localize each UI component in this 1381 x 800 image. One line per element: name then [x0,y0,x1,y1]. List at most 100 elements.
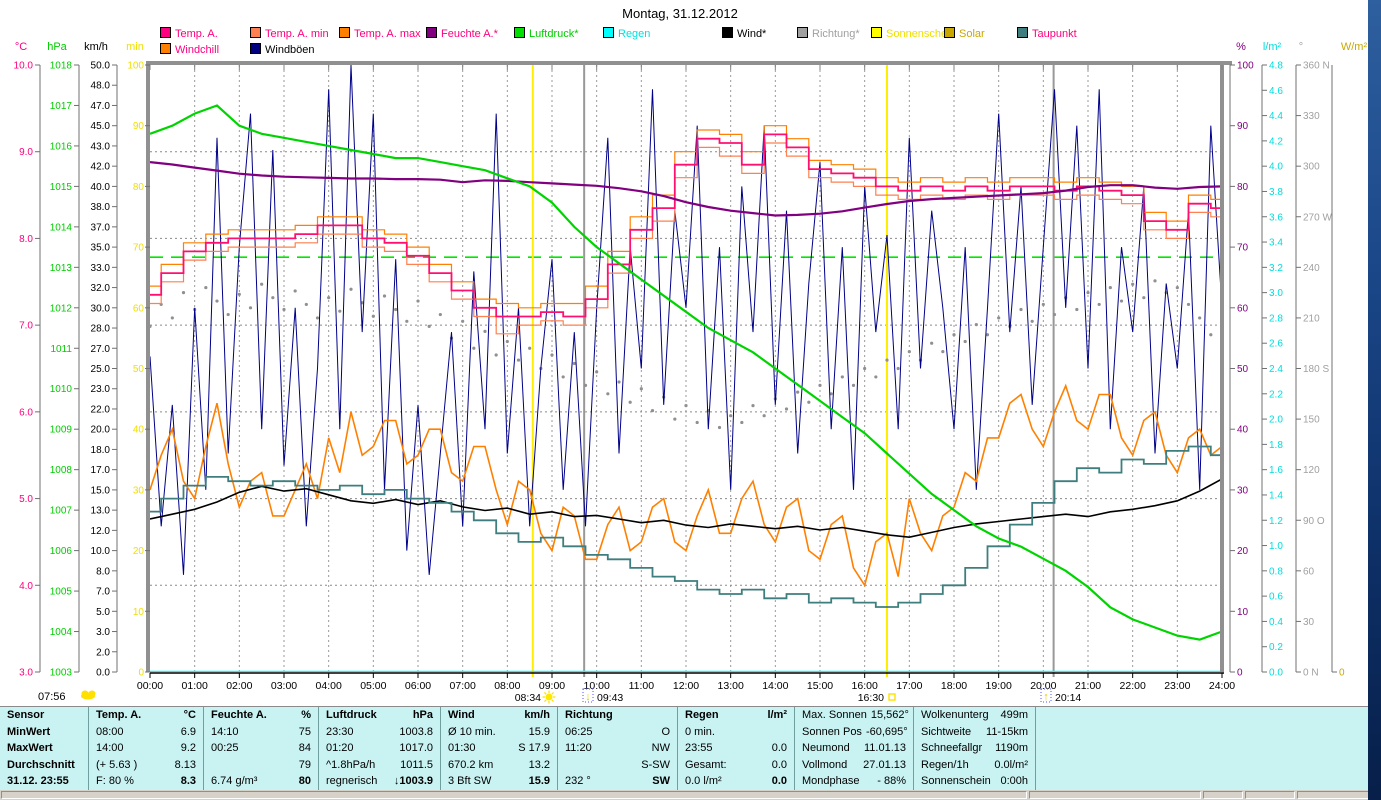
stats-column-wind: Wind km/h Ø 10 min. 15.9 01:30 S 17.9 670.2 km… [440,707,557,791]
tick-label: 4.8 [1269,61,1283,72]
cell-label: Wolkenunterg [921,709,989,721]
x-tick-label: 07:00 [450,680,476,692]
table-row: 14:00 9.2 [89,741,203,756]
tick-label: 0.0 [1269,668,1283,679]
cell-label: 23:30 [326,725,354,738]
tick-label: 180 S [1303,364,1329,375]
cell-label: Schneefallgr [921,742,983,754]
x-axis: 00:00 01:00 02:00 03:00 04:00 05:00 06:00 07:00… [137,672,1235,692]
cell-value: 1190m [995,742,1028,754]
cell-label: 01:30 [448,742,476,754]
tick-label: 1017 [50,101,73,112]
x-tick-label: 06:00 [405,680,431,692]
tick-label: 20 [133,546,145,557]
tick-label: 3.6 [1269,212,1283,223]
tick-label: 1003 [50,668,73,679]
axis-C: °C 10.0 9.0 8.0 7.0 6.0 5.0 4.0 3.0 [14,41,41,679]
tick-label: 100 [127,61,144,72]
axis-right-2: °360 N 330 300 270 W 240 210 180 S 150 120 90 O 60… [1295,41,1332,679]
tick-label: 80 [133,182,145,193]
tick-label: 150 [1303,415,1320,426]
cell-value: °C [183,709,196,721]
table-row: 3 Bft SW 15.9 [441,774,557,789]
axis-hPa: hPa 1018 1017 1016 1015 1014 1013 1012 1011 1010 1… [47,41,80,679]
tick-label: 30 [133,485,145,496]
tick-label: 1.4 [1269,490,1283,501]
table-row: 01:30 S 17.9 [441,741,557,756]
cell-value: 80 [298,775,311,787]
cell-value: 0.0 [771,742,787,754]
cell-label: 6.74 g/m³ [211,775,258,787]
table-row: MaxWert [0,741,88,756]
cell-label: Ø 10 min. [448,725,496,738]
tick-label: 3.0 [1269,288,1283,299]
table-row: Vollmond 27.01.13 [795,758,913,773]
tick-label: 2.4 [1269,364,1283,375]
cell-label: Sichtweite [921,725,972,738]
table-row: F: 80 % 8.3 [89,774,203,789]
cell-label: 23:55 [685,742,713,754]
x-tick-label: 14:00 [762,680,788,692]
table-row: Max. Sonnen 15,562° [795,708,913,723]
stats-column-luftdruck: Luftdruck hPa 23:30 1003.8 01:20 1017.0 ^1.8hP… [318,707,440,791]
stats-column-feuchte-a-: Feuchte A.% 14:10 75 00:25 84 79 6.74 g/m³ 80 [203,707,318,791]
cell-label: Neumond [802,742,850,754]
tick-label: 3.4 [1269,238,1283,249]
table-row: 232 ° SW [558,774,677,789]
tick-label: 90 [1237,121,1249,132]
status-bar-segment [1203,791,1244,799]
cell-label: 00:25 [211,742,239,754]
tick-label: 5.0 [19,494,33,505]
table-row: 06:25 O [558,725,677,740]
tick-label: 48.0 [91,81,111,92]
cell-value: 79 [298,758,311,771]
sunset-icon [888,693,896,701]
table-row: 08:00 6.9 [89,725,203,740]
status-bar [0,790,1371,800]
tick-label: 60 [1237,303,1249,314]
plot-frame-left [146,61,150,672]
tick-label: 1012 [50,303,73,314]
cell-label: 232 ° [565,775,591,787]
tick-label: 12.0 [91,526,111,537]
tick-label: 1015 [50,182,73,193]
svg-text:°: ° [1299,41,1303,53]
weather-chart: 00:00 01:00 02:00 03:00 04:00 05:00 06:00 07:00… [14,41,1368,704]
table-row: Feuchte A.% [204,708,318,723]
table-row: ^1.8hPa/h 1011.5 [319,758,440,773]
tick-label: 23.0 [91,384,111,395]
tick-label: 6.0 [19,407,33,418]
table-row: Luftdruck hPa [319,708,440,723]
table-row: 0.0 l/m² 0.0 [678,774,794,789]
cell-value: 75 [298,725,311,738]
table-row: Wind km/h [441,708,557,723]
tick-label: 100 [1237,61,1254,72]
cell-value: 8.13 [174,758,196,771]
table-row: Schneefallgr 1190m [914,741,1035,756]
tick-label: 300 [1303,162,1320,173]
cell-value: km/h [524,709,550,721]
tick-label: 13.0 [91,506,111,517]
tick-label: 1009 [50,425,73,436]
cloud-icon [81,690,96,700]
x-tick-label: 11:00 [629,680,655,692]
tick-label: 10.0 [91,546,111,557]
table-row: Sonnen Pos -60,695° [795,725,913,740]
x-tick-label: 12:00 [673,680,699,692]
tick-label: 8.0 [96,566,110,577]
cell-label: Vollmond [802,758,848,771]
tick-label: 1006 [50,546,73,557]
tick-label: 0 [1339,668,1345,679]
cell-label: Feuchte A. [211,709,267,721]
tick-label: 37.0 [91,222,111,233]
status-bar-segment [1,791,1027,799]
tick-label: 20.0 [91,425,111,436]
tick-label: 0.6 [1269,592,1283,603]
table-row: MinWert [0,725,88,740]
tick-label: 2.0 [96,647,110,658]
tick-label: 90 [133,121,145,132]
svg-text:%: % [1236,41,1246,53]
tick-label: 4.0 [19,581,33,592]
svg-text:↑: ↑ [1043,691,1049,703]
tick-label: 33.0 [91,263,111,274]
